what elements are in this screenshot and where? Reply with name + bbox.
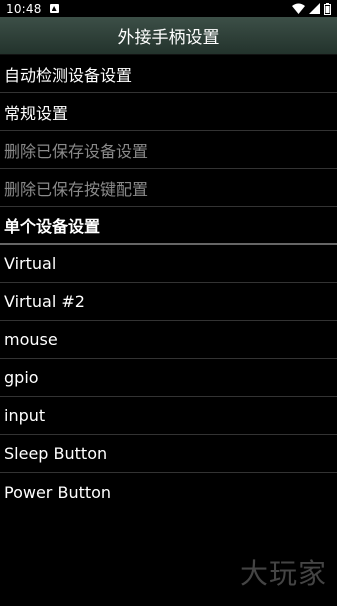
list-item-label: Sleep Button [4, 444, 108, 463]
list-item-label: 自动检测设备设置 [4, 65, 133, 85]
settings-list: 自动检测设备设置 常规设置 删除已保存设备设置 删除已保存按键配置 单个设备设置… [0, 55, 337, 511]
signal-icon [309, 3, 320, 14]
status-time: 10:48 [6, 1, 42, 16]
app-title-bar: 外接手柄设置 [0, 17, 337, 55]
list-item-delete-key-config[interactable]: 删除已保存按键配置 [0, 169, 337, 207]
list-item-device[interactable]: Virtual [0, 245, 337, 283]
list-item-label: 常规设置 [4, 103, 69, 123]
page-title: 外接手柄设置 [117, 28, 220, 48]
list-item-label: Virtual [4, 254, 57, 273]
watermark: 大玩家 [239, 557, 327, 590]
list-item-auto-detect[interactable]: 自动检测设备设置 [0, 55, 337, 93]
list-item-general[interactable]: 常规设置 [0, 93, 337, 131]
list-item-device[interactable]: input [0, 397, 337, 435]
list-item-label: gpio [4, 368, 39, 387]
notification-icon [49, 4, 59, 13]
list-item-label: 删除已保存设备设置 [4, 141, 149, 161]
list-item-device[interactable]: Virtual #2 [0, 283, 337, 321]
list-item-device[interactable]: gpio [0, 359, 337, 397]
wifi-icon [292, 3, 305, 14]
status-bar: 10:48 [0, 0, 337, 17]
section-header-single-device: 单个设备设置 [0, 207, 337, 245]
list-item-device[interactable]: Power Button [0, 473, 337, 511]
list-item-label: input [4, 406, 46, 425]
list-item-label: mouse [4, 330, 58, 349]
status-icons [292, 2, 331, 15]
list-item-label: Virtual #2 [4, 292, 85, 311]
list-item-delete-device-settings[interactable]: 删除已保存设备设置 [0, 131, 337, 169]
battery-icon [324, 2, 331, 15]
list-item-device[interactable]: mouse [0, 321, 337, 359]
list-item-label: Power Button [4, 482, 112, 502]
list-item-label: 删除已保存按键配置 [4, 179, 149, 199]
list-item-device[interactable]: Sleep Button [0, 435, 337, 473]
section-header-label: 单个设备设置 [4, 217, 101, 236]
